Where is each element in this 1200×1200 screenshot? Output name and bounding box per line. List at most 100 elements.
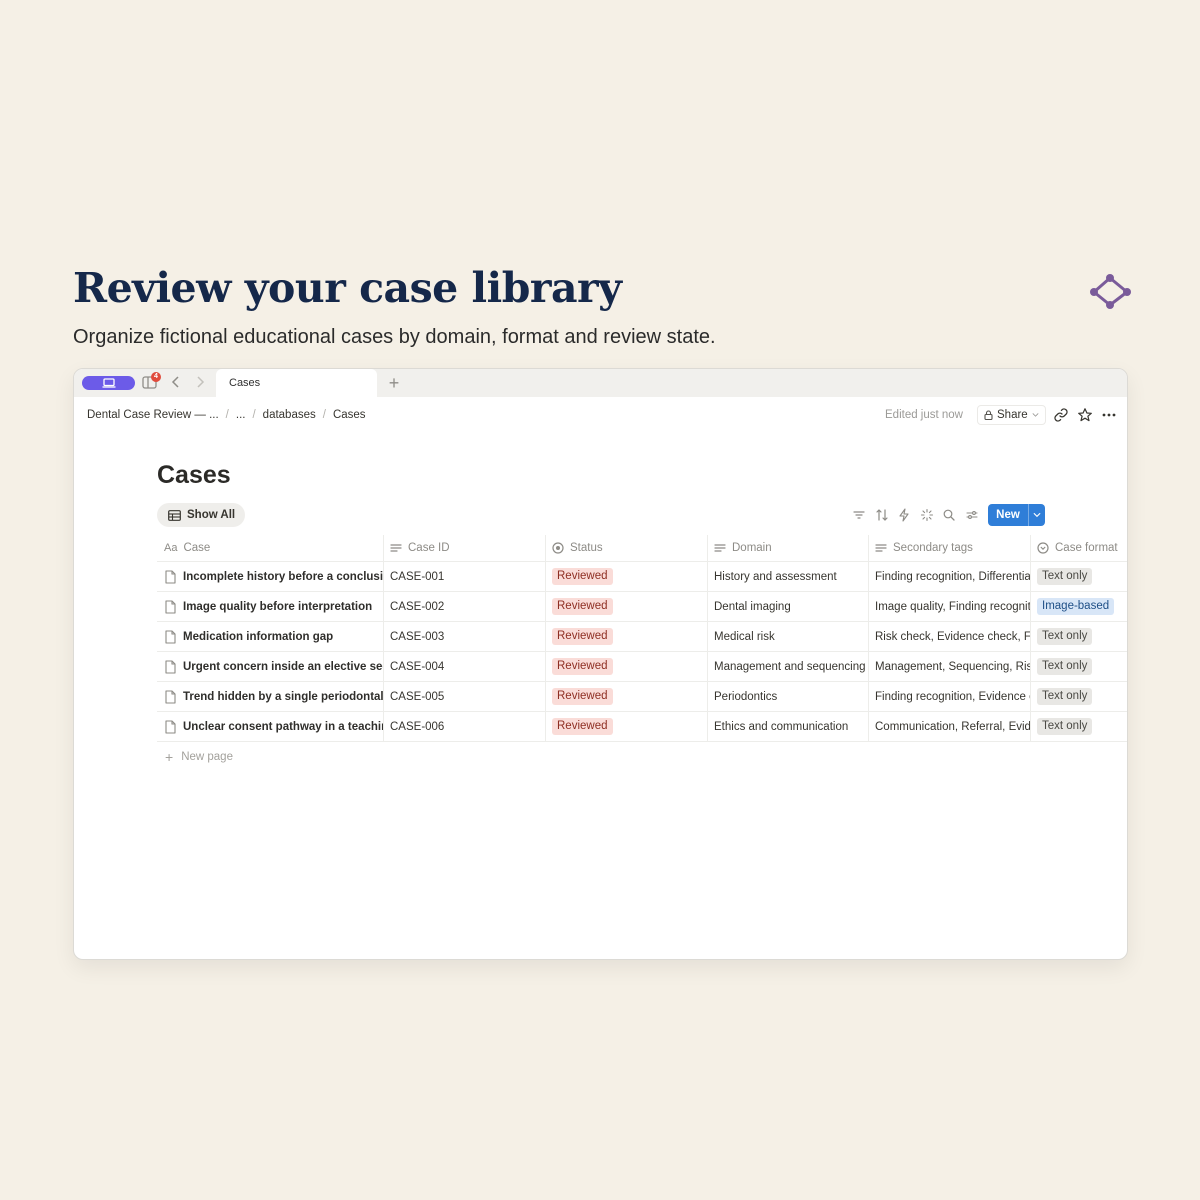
case-id-cell[interactable]: CASE-001	[383, 562, 545, 591]
hero-subtitle: Organize fictional educational cases by …	[73, 326, 716, 348]
search-icon[interactable]	[942, 508, 956, 522]
tab-count-badge: 4	[151, 372, 161, 382]
settings-sliders-icon[interactable]	[965, 508, 979, 522]
status-cell[interactable]: Reviewed	[545, 682, 707, 711]
column-header-status[interactable]: Status	[545, 535, 707, 561]
forward-arrow-icon[interactable]	[194, 374, 206, 390]
column-header-label: Status	[570, 542, 603, 554]
case-format-badge: Text only	[1037, 688, 1093, 705]
table-row[interactable]: Unclear consent pathway in a teaching ca…	[157, 712, 1127, 742]
plus-icon: +	[165, 749, 174, 765]
table-row[interactable]: Urgent concern inside an elective sequen…	[157, 652, 1127, 682]
breadcrumb-databases[interactable]: databases	[263, 409, 316, 421]
breadcrumb-ellipsis[interactable]: ...	[236, 409, 246, 421]
case-id-cell[interactable]: CASE-005	[383, 682, 545, 711]
sort-icon[interactable]	[875, 508, 889, 522]
new-tab-plus-icon[interactable]: +	[386, 373, 402, 393]
case-id-cell[interactable]: CASE-003	[383, 622, 545, 651]
domain-cell[interactable]: Management and sequencing	[707, 652, 868, 681]
column-header-case-format[interactable]: Case format	[1030, 535, 1127, 561]
case-name[interactable]: Medication information gap	[183, 631, 333, 643]
text-lines-icon	[390, 544, 402, 552]
case-format-badge: Text only	[1037, 718, 1093, 735]
breadcrumb-workspace[interactable]: Dental Case Review — ...	[87, 409, 219, 421]
link-icon[interactable]	[1053, 407, 1069, 423]
domain-cell[interactable]: Ethics and communication	[707, 712, 868, 741]
secondary-tags-cell[interactable]: Management, Sequencing, Risk check	[868, 652, 1030, 681]
case-format-badge: Text only	[1037, 658, 1093, 675]
column-header-label: Case	[183, 542, 211, 554]
secondary-tags-cell[interactable]: Finding recognition, Evidence check	[868, 682, 1030, 711]
case-format-cell[interactable]: Text only	[1030, 562, 1127, 591]
page-title: Cases	[157, 461, 231, 489]
automation-bolt-icon[interactable]	[897, 508, 911, 522]
status-cell[interactable]: Reviewed	[545, 652, 707, 681]
table-row[interactable]: Medication information gap CASE-003 Review…	[157, 622, 1127, 652]
page-topbar: Dental Case Review — ... / ... / databas…	[74, 397, 1127, 433]
domain-cell[interactable]: Medical risk	[707, 622, 868, 651]
case-id-cell[interactable]: CASE-004	[383, 652, 545, 681]
case-format-cell[interactable]: Text only	[1030, 682, 1127, 711]
table-row[interactable]: Trend hidden by a single periodontal val…	[157, 682, 1127, 712]
more-options-icon[interactable]	[1101, 407, 1117, 423]
new-record-button[interactable]: New	[988, 504, 1045, 526]
case-name[interactable]: Urgent concern inside an elective sequen…	[183, 661, 383, 673]
case-name-cell[interactable]: Medication information gap	[157, 622, 383, 651]
column-header-domain[interactable]: Domain	[707, 535, 868, 561]
case-name-cell[interactable]: Unclear consent pathway in a teaching ca…	[157, 712, 383, 741]
case-format-cell[interactable]: Image-based	[1030, 592, 1127, 621]
back-arrow-icon[interactable]	[170, 374, 182, 390]
filter-icon[interactable]	[852, 508, 866, 522]
secondary-tags-cell[interactable]: Communication, Referral, Evidence check	[868, 712, 1030, 741]
view-tab-show-all[interactable]: Show All	[157, 503, 246, 527]
domain-cell[interactable]: Periodontics	[707, 682, 868, 711]
case-format-cell[interactable]: Text only	[1030, 712, 1127, 741]
table-view-icon	[168, 509, 181, 521]
case-id-cell[interactable]: CASE-006	[383, 712, 545, 741]
case-name-cell[interactable]: Trend hidden by a single periodontal val…	[157, 682, 383, 711]
new-page-button[interactable]: + New page	[165, 742, 233, 772]
case-name[interactable]: Incomplete history before a conclusion	[183, 571, 383, 583]
case-name-cell[interactable]: Image quality before interpretation	[157, 592, 383, 621]
case-format-cell[interactable]: Text only	[1030, 652, 1127, 681]
breadcrumb-separator: /	[252, 409, 256, 421]
case-id: CASE-002	[390, 600, 445, 613]
case-name[interactable]: Unclear consent pathway in a teaching ca…	[183, 721, 383, 733]
status-cell[interactable]: Reviewed	[545, 622, 707, 651]
secondary-tags-cell[interactable]: Risk check, Evidence check, Follow-up	[868, 622, 1030, 651]
secondary-tags-cell[interactable]: Image quality, Finding recognition	[868, 592, 1030, 621]
table-row[interactable]: Incomplete history before a conclusion CA…	[157, 562, 1127, 592]
domain-value: Medical risk	[714, 630, 775, 643]
star-icon[interactable]	[1077, 407, 1093, 423]
case-name[interactable]: Trend hidden by a single periodontal val…	[183, 691, 383, 703]
domain-cell[interactable]: Dental imaging	[707, 592, 868, 621]
page-icon	[165, 599, 176, 614]
secondary-tags-value: Finding recognition, Differential	[875, 570, 1030, 583]
breadcrumb-cases[interactable]: Cases	[333, 409, 366, 421]
table-row[interactable]: Image quality before interpretation CASE-…	[157, 592, 1127, 622]
status-cell[interactable]: Reviewed	[545, 562, 707, 591]
case-name-cell[interactable]: Urgent concern inside an elective sequen…	[157, 652, 383, 681]
ai-sparkle-icon[interactable]	[920, 508, 934, 522]
share-button[interactable]: Share	[977, 405, 1046, 425]
tab-cases[interactable]: Cases	[216, 369, 377, 397]
column-header-case-id[interactable]: Case ID	[383, 535, 545, 561]
case-name[interactable]: Image quality before interpretation	[183, 601, 372, 613]
column-header-label: Case ID	[408, 542, 450, 554]
case-id: CASE-001	[390, 570, 445, 583]
case-format-cell[interactable]: Text only	[1030, 622, 1127, 651]
chevron-down-icon[interactable]	[1028, 504, 1045, 526]
workspace-switcher[interactable]	[82, 376, 135, 390]
secondary-tags-value: Finding recognition, Evidence check	[875, 690, 1030, 703]
case-id: CASE-005	[390, 690, 445, 703]
status-icon	[552, 542, 564, 554]
status-cell[interactable]: Reviewed	[545, 712, 707, 741]
case-id-cell[interactable]: CASE-002	[383, 592, 545, 621]
column-header-case[interactable]: Aa Case	[157, 535, 383, 561]
column-header-secondary-tags[interactable]: Secondary tags	[868, 535, 1030, 561]
status-cell[interactable]: Reviewed	[545, 592, 707, 621]
case-name-cell[interactable]: Incomplete history before a conclusion	[157, 562, 383, 591]
secondary-tags-value: Communication, Referral, Evidence check	[875, 720, 1030, 733]
secondary-tags-cell[interactable]: Finding recognition, Differential	[868, 562, 1030, 591]
domain-cell[interactable]: History and assessment	[707, 562, 868, 591]
